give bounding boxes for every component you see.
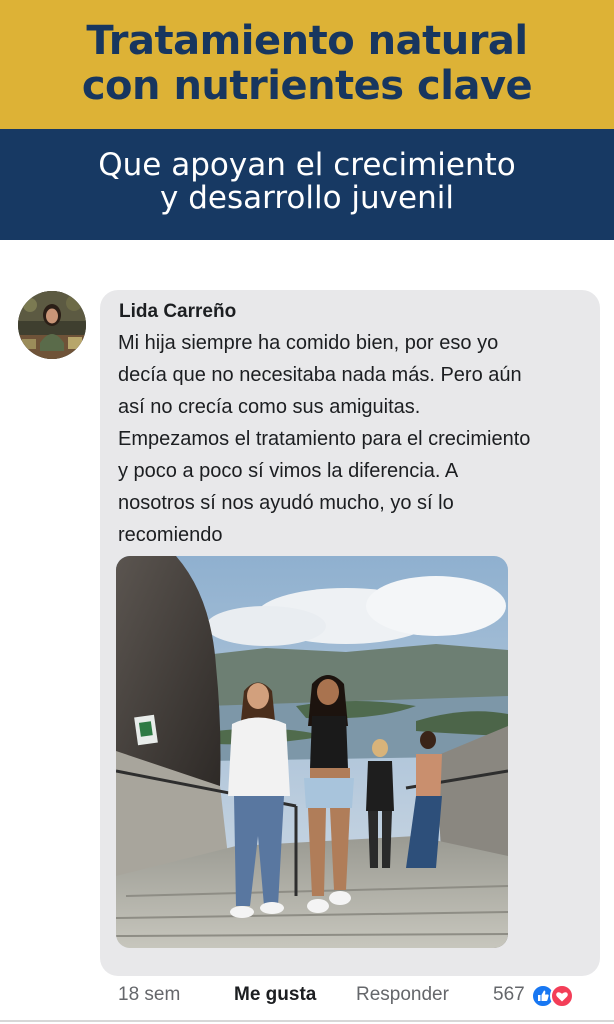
reply-button[interactable]: Responder	[356, 982, 449, 1008]
reaction-count[interactable]: 567	[493, 982, 525, 1008]
comment-timestamp[interactable]: 18 sem	[118, 982, 180, 1008]
like-button[interactable]: Me gusta	[234, 982, 316, 1008]
love-reaction-icon	[550, 984, 574, 1008]
comment-line: decía que no necesitaba nada más. Pero a…	[118, 364, 522, 386]
subheadline: Que apoyan el crecimiento y desarrollo j…	[0, 149, 614, 215]
reaction-icons[interactable]	[531, 984, 575, 1008]
subheadline-line-2: y desarrollo juvenil	[160, 180, 454, 216]
headline-line-1: Tratamiento natural	[86, 18, 528, 64]
comment-line: Empezamos el tratamiento para el crecimi…	[118, 428, 531, 450]
comment-line: y poco a poco sí vimos la diferencia. A	[118, 460, 459, 482]
divider	[0, 1020, 614, 1022]
headline-line-2: con nutrientes clave	[81, 63, 533, 109]
comment-line: recomiendo	[118, 524, 223, 546]
comment-line: nosotros sí nos ayudó mucho, yo sí lo	[118, 492, 454, 514]
subheadline-line-1: Que apoyan el crecimiento	[98, 147, 516, 183]
attached-photo-icon	[116, 556, 508, 948]
comment-line: así no crecía como sus amiguitas.	[118, 396, 421, 418]
comment-actions: 18 sem Me gusta Responder 567	[0, 982, 614, 1010]
comment-text: Mi hija siempre ha comido bien, por eso …	[118, 327, 596, 551]
comment-author[interactable]: Lida Carreño	[119, 300, 236, 324]
profile-photo-icon	[18, 291, 86, 359]
avatar[interactable]	[18, 291, 86, 359]
attached-photo[interactable]	[116, 556, 508, 948]
ad-page: Tratamiento natural con nutrientes clave…	[0, 0, 614, 1024]
headline: Tratamiento natural con nutrientes clave	[0, 19, 614, 109]
comment-line: Mi hija siempre ha comido bien, por eso …	[118, 332, 499, 354]
